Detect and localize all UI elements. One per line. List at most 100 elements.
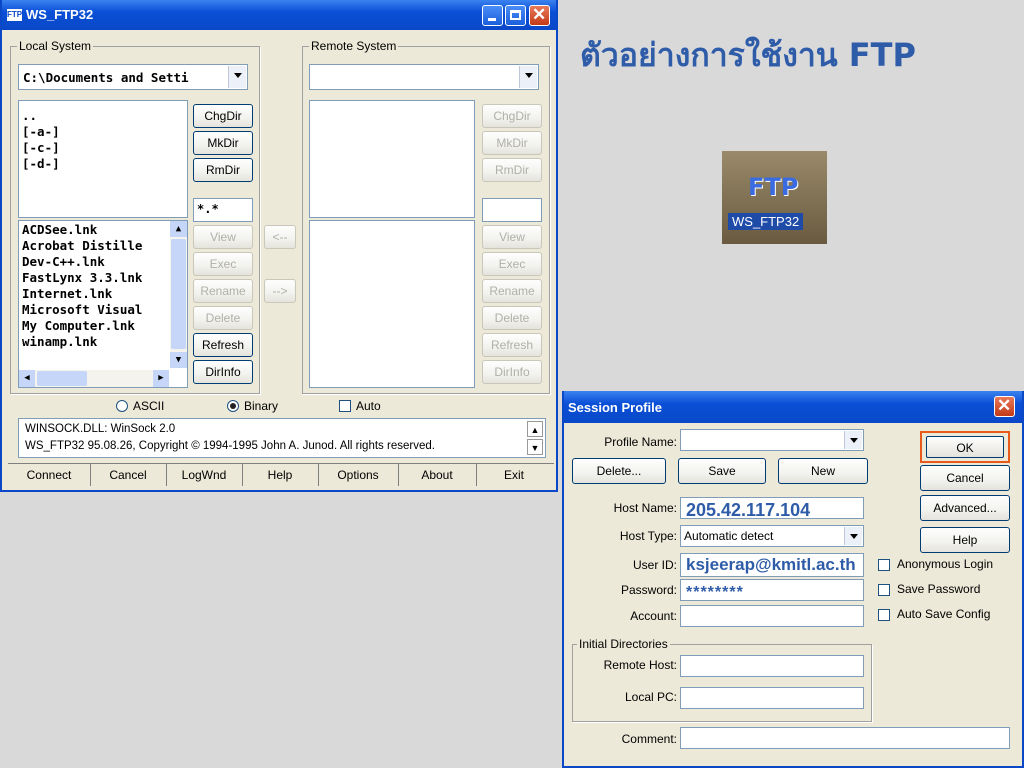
binary-radio[interactable] (227, 400, 239, 412)
list-item[interactable]: .. (22, 108, 187, 124)
help-button[interactable]: Help (920, 527, 1010, 553)
local-filter-value: *.* (197, 202, 219, 216)
dialog-close-button[interactable]: ✕ (994, 396, 1015, 417)
ok-button[interactable]: OK (920, 431, 1010, 463)
remote-mkdir-button[interactable]: MkDir (482, 131, 542, 155)
local-file-list[interactable]: ACDSee.lnk Acrobat Distille Dev-C++.lnk … (18, 220, 188, 388)
list-item[interactable]: winamp.lnk (22, 334, 187, 350)
scroll-left-icon[interactable]: ◀ (19, 370, 35, 387)
delete-button[interactable]: Delete... (572, 458, 666, 484)
remote-file-list[interactable] (309, 220, 475, 388)
chevron-down-icon[interactable] (844, 527, 862, 545)
list-item[interactable]: [-c-] (22, 140, 187, 156)
remote-chgdir-button[interactable]: ChgDir (482, 104, 542, 128)
account-input[interactable] (680, 605, 864, 627)
comment-input[interactable] (680, 727, 1010, 749)
auto-checkbox[interactable] (339, 400, 351, 412)
local-pc-input[interactable] (680, 687, 864, 709)
remote-view-button[interactable]: View (482, 225, 542, 249)
save-button[interactable]: Save (678, 458, 766, 484)
list-item[interactable]: My Computer.lnk (22, 318, 187, 334)
status-scroll-down-icon[interactable]: ▼ (527, 439, 543, 455)
logwnd-button[interactable]: LogWnd (166, 464, 243, 486)
chevron-down-icon[interactable] (844, 431, 862, 449)
remote-dirinfo-button[interactable]: DirInfo (482, 360, 542, 384)
remote-filter-input[interactable] (482, 198, 542, 222)
remote-exec-button[interactable]: Exec (482, 252, 542, 276)
cancel-button[interactable]: Cancel (920, 465, 1010, 491)
remote-rmdir-button[interactable]: RmDir (482, 158, 542, 182)
local-filter-input[interactable]: *.* (193, 198, 253, 222)
exit-button[interactable]: Exit (476, 464, 552, 486)
remote-host-input[interactable] (680, 655, 864, 677)
anonymous-login-checkbox[interactable] (878, 559, 890, 571)
help-button[interactable]: Help (242, 464, 319, 486)
local-exec-button[interactable]: Exec (193, 252, 253, 276)
profile-name-combo[interactable] (680, 429, 864, 451)
list-item[interactable]: [-a-] (22, 124, 187, 140)
local-path-combo[interactable]: C:\Documents and Setti (18, 64, 248, 90)
new-button[interactable]: New (778, 458, 868, 484)
chevron-down-icon[interactable] (228, 66, 246, 88)
options-button[interactable]: Options (318, 464, 399, 486)
auto-save-config-checkbox[interactable] (878, 609, 890, 621)
status-scroll-up-icon[interactable]: ▲ (527, 421, 543, 437)
host-name-input[interactable]: 205.42.117.104 (680, 497, 864, 520)
ascii-radio[interactable] (116, 400, 128, 412)
scroll-right-icon[interactable]: ▶ (153, 370, 169, 387)
user-id-input[interactable]: ksjeerap@kmitl.ac.th (680, 553, 864, 577)
vertical-scrollbar[interactable]: ▲ ▼ (170, 221, 187, 368)
user-id-label: User ID: (632, 558, 677, 572)
hscroll-thumb[interactable] (37, 371, 87, 386)
binary-label: Binary (244, 399, 279, 413)
ws-ftp32-titlebar: FTP WS_FTP32 ✕ (2, 0, 556, 30)
local-path-value: C:\Documents and Setti (23, 70, 189, 85)
status-line-1: WINSOCK.DLL: WinSock 2.0 (25, 423, 176, 435)
initial-directories-label: Initial Directories (577, 637, 670, 651)
remote-path-combo[interactable] (309, 64, 539, 90)
local-dirinfo-button[interactable]: DirInfo (193, 360, 253, 384)
local-rename-button[interactable]: Rename (193, 279, 253, 303)
list-item[interactable]: Internet.lnk (22, 286, 187, 302)
cancel-button[interactable]: Cancel (90, 464, 167, 486)
remote-rename-button[interactable]: Rename (482, 279, 542, 303)
local-rmdir-button[interactable]: RmDir (193, 158, 253, 182)
session-profile-titlebar: Session Profile ✕ (564, 391, 1022, 423)
ws-ftp32-desktop-icon[interactable]: FTP WS_FTP32 (722, 151, 827, 244)
local-delete-button[interactable]: Delete (193, 306, 253, 330)
list-item[interactable]: ACDSee.lnk (22, 222, 187, 238)
remote-refresh-button[interactable]: Refresh (482, 333, 542, 357)
about-button[interactable]: About (398, 464, 477, 486)
horizontal-scrollbar[interactable]: ◀ ▶ (19, 370, 169, 387)
remote-dir-list[interactable] (309, 100, 475, 218)
local-mkdir-button[interactable]: MkDir (193, 131, 253, 155)
password-input[interactable]: ******** (680, 579, 864, 601)
status-line-2: WS_FTP32 95.08.26, Copyright © 1994-1995… (25, 440, 435, 452)
close-button[interactable]: ✕ (529, 5, 550, 26)
list-item[interactable]: Dev-C++.lnk (22, 254, 187, 270)
list-item[interactable]: Acrobat Distille (22, 238, 187, 254)
save-password-checkbox[interactable] (878, 584, 890, 596)
local-view-button[interactable]: View (193, 225, 253, 249)
ok-label: OK (926, 436, 1004, 458)
local-refresh-button[interactable]: Refresh (193, 333, 253, 357)
advanced-button[interactable]: Advanced... (920, 495, 1010, 521)
password-label: Password: (620, 583, 677, 597)
download-arrow-button[interactable]: <-- (264, 225, 296, 249)
local-dir-list[interactable]: .. [-a-] [-c-] [-d-] (18, 100, 188, 218)
minimize-button[interactable] (482, 5, 503, 26)
scroll-down-icon[interactable]: ▼ (170, 352, 187, 368)
local-chgdir-button[interactable]: ChgDir (193, 104, 253, 128)
host-type-combo[interactable]: Automatic detect (680, 525, 864, 547)
scroll-up-icon[interactable]: ▲ (170, 221, 187, 237)
scroll-thumb[interactable] (171, 239, 186, 349)
status-log[interactable]: WINSOCK.DLL: WinSock 2.0 WS_FTP32 95.08.… (18, 418, 546, 458)
list-item[interactable]: FastLynx 3.3.lnk (22, 270, 187, 286)
list-item[interactable]: [-d-] (22, 156, 187, 172)
maximize-button[interactable] (505, 5, 526, 26)
upload-arrow-button[interactable]: --> (264, 279, 296, 303)
list-item[interactable]: Microsoft Visual (22, 302, 187, 318)
remote-delete-button[interactable]: Delete (482, 306, 542, 330)
connect-button[interactable]: Connect (8, 464, 91, 486)
chevron-down-icon[interactable] (519, 66, 537, 88)
